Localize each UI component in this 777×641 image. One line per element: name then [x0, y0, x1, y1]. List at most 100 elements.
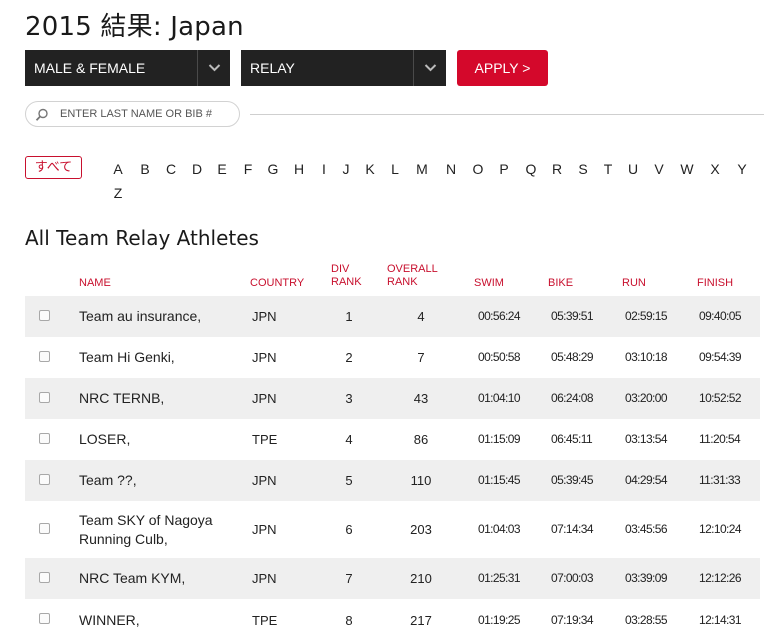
- alphabet-letter-x[interactable]: X: [708, 161, 722, 177]
- cell-overall-rank: 210: [410, 571, 432, 586]
- alphabet-letter-c[interactable]: C: [164, 161, 178, 177]
- row-select-checkbox[interactable]: [39, 474, 50, 485]
- cell-country: JPN: [252, 350, 277, 365]
- alphabet-letter-p[interactable]: P: [497, 161, 511, 177]
- cell-swim: 01:04:03: [478, 522, 521, 536]
- cell-div-rank: 5: [345, 473, 353, 488]
- header-country[interactable]: COUNTRY: [250, 277, 304, 290]
- alphabet-letter-q[interactable]: Q: [524, 161, 538, 177]
- cell-div-rank: 2: [345, 350, 353, 365]
- cell-overall-rank: 217: [410, 613, 432, 628]
- row-select-checkbox[interactable]: [39, 572, 50, 583]
- apply-button[interactable]: APPLY >: [457, 50, 548, 86]
- header-finish[interactable]: FINISH: [697, 277, 733, 290]
- row-select-checkbox[interactable]: [39, 613, 50, 624]
- table-row: NRC Team KYM, JPN 7 210 01:25:31 07:00:03 03:3…: [25, 558, 760, 599]
- cell-finish: 12:14:31: [699, 613, 742, 627]
- cell-div-rank: 4: [345, 432, 353, 447]
- cell-run: 03:13:54: [625, 432, 668, 446]
- header-div-rank[interactable]: DIV RANK: [331, 263, 371, 289]
- cell-swim: 01:25:31: [478, 571, 521, 585]
- gender-select-value: MALE & FEMALE: [34, 60, 146, 76]
- header-bike[interactable]: BIKE: [548, 277, 573, 290]
- cell-finish: 10:52:52: [699, 391, 742, 405]
- alphabet-letter-l[interactable]: L: [388, 161, 402, 177]
- cell-name[interactable]: Team SKY of Nagoya Running Culb,: [79, 511, 239, 549]
- alphabet-letter-g[interactable]: G: [266, 161, 280, 177]
- row-select-checkbox[interactable]: [39, 392, 50, 403]
- header-run[interactable]: RUN: [622, 277, 646, 290]
- alphabet-letter-f[interactable]: F: [241, 161, 255, 177]
- alphabet-letter-d[interactable]: D: [190, 161, 204, 177]
- cell-overall-rank: 86: [413, 432, 429, 447]
- alphabet-letter-b[interactable]: B: [138, 161, 152, 177]
- cell-swim: 01:15:45: [478, 473, 521, 487]
- table-row: Team ??, JPN 5 110 01:15:45 05:39:45 04:29:54 1…: [25, 460, 760, 501]
- alphabet-letter-n[interactable]: N: [444, 161, 458, 177]
- cell-bike: 07:00:03: [551, 571, 594, 585]
- search-icon: [35, 108, 48, 121]
- alphabet-letter-j[interactable]: J: [339, 161, 353, 177]
- cell-finish: 11:20:54: [699, 432, 741, 446]
- cell-run: 03:39:09: [625, 571, 668, 585]
- cell-bike: 05:39:45: [551, 473, 594, 487]
- alphabet-letter-u[interactable]: U: [626, 161, 640, 177]
- cell-name[interactable]: Team Hi Genki,: [79, 348, 239, 367]
- alphabet-letter-r[interactable]: R: [550, 161, 564, 177]
- gender-select-toggle[interactable]: [197, 50, 230, 86]
- alphabet-all-button[interactable]: すべて: [25, 156, 82, 179]
- header-name[interactable]: NAME: [79, 277, 111, 290]
- cell-name[interactable]: NRC Team KYM,: [79, 569, 239, 588]
- cell-bike: 07:14:34: [551, 522, 594, 536]
- cell-name[interactable]: Team au insurance,: [79, 307, 239, 326]
- header-overall-rank[interactable]: OVERALL RANK: [387, 263, 447, 289]
- page-title: 2015 結果: Japan: [25, 12, 244, 42]
- cell-finish: 09:40:05: [699, 309, 742, 323]
- cell-country: JPN: [252, 473, 277, 488]
- alphabet-letter-m[interactable]: M: [415, 161, 429, 177]
- header-swim[interactable]: SWIM: [474, 277, 504, 290]
- cell-name[interactable]: NRC TERNB,: [79, 389, 239, 408]
- row-select-checkbox[interactable]: [39, 310, 50, 321]
- gender-select[interactable]: MALE & FEMALE: [25, 50, 230, 86]
- cell-overall-rank: 110: [410, 473, 432, 488]
- cell-swim: 01:15:09: [478, 432, 521, 446]
- cell-name[interactable]: LOSER,: [79, 430, 239, 449]
- cell-finish: 09:54:39: [699, 350, 742, 364]
- search-input[interactable]: [60, 105, 230, 123]
- alphabet-letter-w[interactable]: W: [680, 161, 694, 177]
- cell-swim: 01:19:25: [478, 613, 521, 627]
- cell-overall-rank: 7: [417, 350, 425, 365]
- cell-bike: 06:45:11: [551, 432, 593, 446]
- table-row: Team au insurance, JPN 1 4 00:56:24 05:39:51 0…: [25, 296, 760, 337]
- cell-swim: 01:04:10: [478, 391, 521, 405]
- alphabet-letter-k[interactable]: K: [363, 161, 377, 177]
- alphabet-letter-e[interactable]: E: [215, 161, 229, 177]
- cell-country: JPN: [252, 571, 277, 586]
- race-type-select-toggle[interactable]: [413, 50, 446, 86]
- cell-finish: 12:12:26: [699, 571, 742, 585]
- search-box[interactable]: [25, 101, 240, 127]
- alphabet-letter-z[interactable]: Z: [111, 185, 125, 201]
- table-row: WINNER, TPE 8 217 01:19:25 07:19:34 03:28:55 12…: [25, 599, 760, 641]
- row-select-checkbox[interactable]: [39, 351, 50, 362]
- alphabet-letter-y[interactable]: Y: [735, 161, 749, 177]
- alphabet-letter-i[interactable]: I: [317, 161, 331, 177]
- row-select-checkbox[interactable]: [39, 433, 50, 444]
- alphabet-letter-o[interactable]: O: [471, 161, 485, 177]
- alphabet-letter-t[interactable]: T: [601, 161, 615, 177]
- race-type-select[interactable]: RELAY: [241, 50, 446, 86]
- cell-bike: 07:19:34: [551, 613, 594, 627]
- cell-swim: 00:50:58: [478, 350, 521, 364]
- row-select-checkbox[interactable]: [39, 523, 50, 534]
- alphabet-letter-h[interactable]: H: [292, 161, 306, 177]
- cell-div-rank: 7: [345, 571, 353, 586]
- cell-overall-rank: 203: [410, 522, 432, 537]
- cell-name[interactable]: Team ??,: [79, 471, 239, 490]
- alphabet-letter-s[interactable]: S: [576, 161, 590, 177]
- alphabet-letter-a[interactable]: A: [111, 161, 125, 177]
- cell-run: 04:29:54: [625, 473, 668, 487]
- cell-name[interactable]: WINNER,: [79, 611, 239, 630]
- cell-country: JPN: [252, 391, 277, 406]
- alphabet-letter-v[interactable]: V: [652, 161, 666, 177]
